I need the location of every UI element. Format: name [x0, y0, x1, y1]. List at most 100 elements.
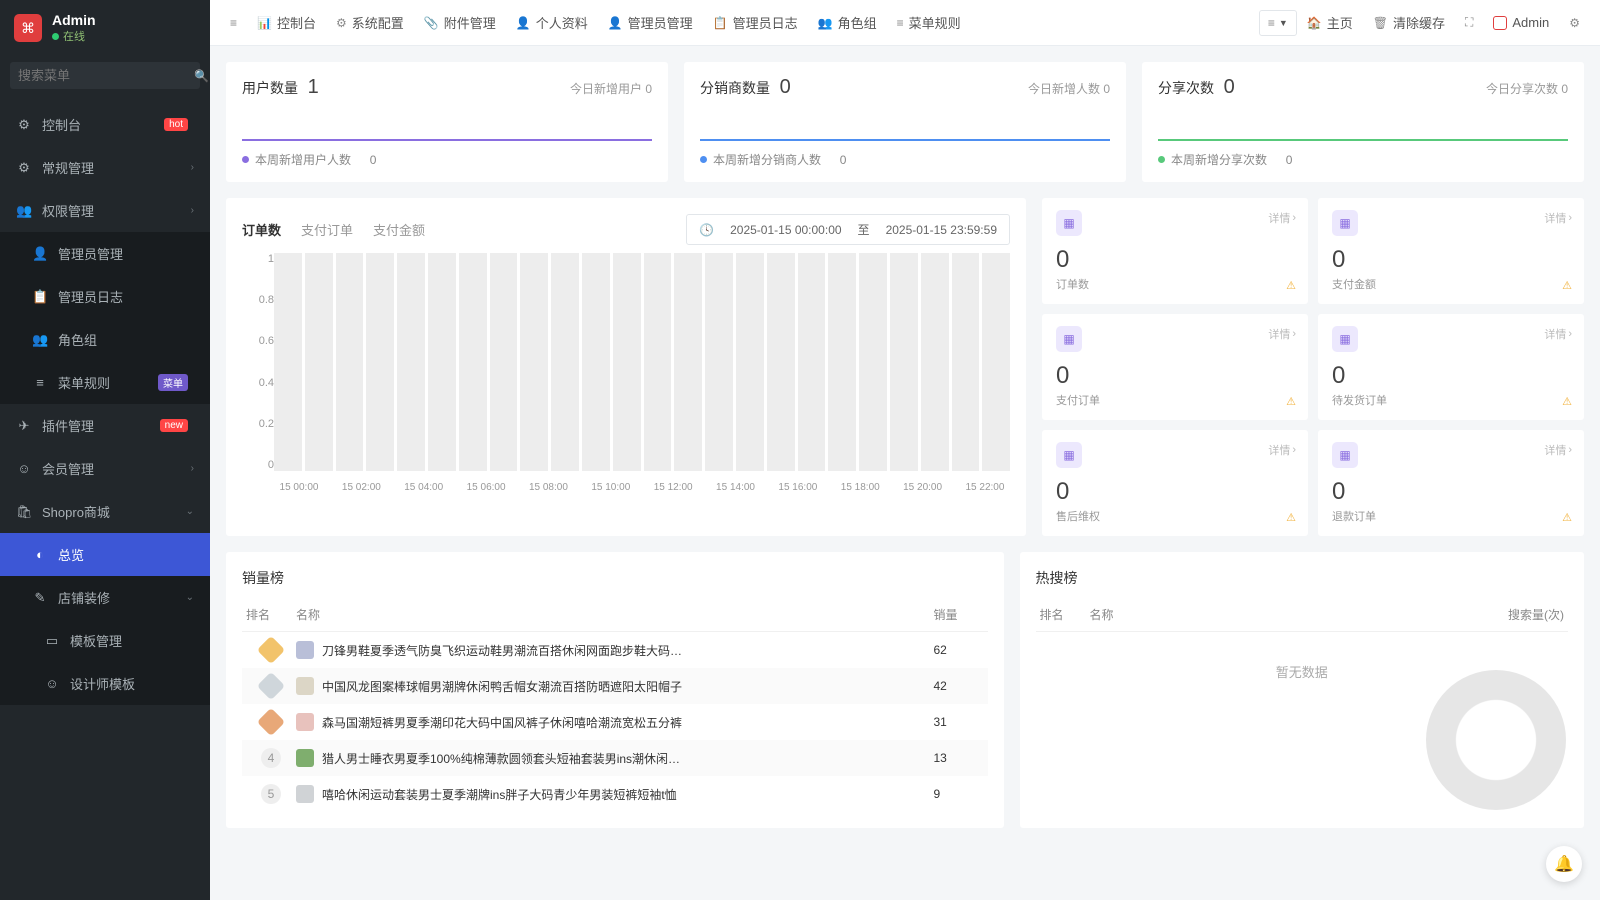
sidebar-item[interactable]: ✈ 插件管理 new [0, 404, 210, 447]
search-icon: 🔍 [194, 69, 209, 83]
content: 用户数量 1 今日新增用户 0 本周新增用户人数 0 分销商数量 0 今日新增人… [210, 46, 1600, 900]
menu-icon: ✎ [32, 590, 48, 606]
topbar-icon: ≡ [230, 16, 237, 30]
topbar-item[interactable]: 📋管理员日志 [703, 13, 808, 32]
rank-medal [257, 672, 285, 700]
stat-icon: ▦ [1056, 326, 1082, 352]
chart-tab[interactable]: 订单数 [242, 220, 281, 239]
topbar-item[interactable]: ≡ [220, 13, 247, 32]
sidebar-item[interactable]: ◐ 总览 [0, 533, 210, 576]
sidebar-item[interactable]: ⚙ 控制台 hot [0, 103, 210, 146]
menu-label: 总览 [58, 545, 194, 564]
notification-bell[interactable]: 🔔 [1546, 846, 1582, 882]
user-status: 在线 [52, 28, 96, 44]
summary-card: 分销商数量 0 今日新增人数 0 本周新增分销商人数 0 [684, 62, 1126, 182]
product-thumb [296, 713, 314, 731]
chart-bar [736, 253, 764, 471]
brand-icon [1493, 16, 1507, 30]
chart-bar [705, 253, 733, 471]
menu-label: 菜单规则 [58, 373, 158, 392]
topbar-item[interactable]: 👤个人资料 [506, 13, 598, 32]
sales-count: 9 [934, 787, 984, 801]
menu-label: 常规管理 [42, 158, 191, 177]
menu-label: 权限管理 [42, 201, 191, 220]
menu-label: 设计师模板 [70, 674, 194, 693]
menu-icon: 🛍 [16, 504, 32, 520]
hot-rank-title: 热搜榜 [1036, 568, 1569, 588]
sidebar-item[interactable]: 📋 管理员日志 [0, 275, 210, 318]
sidebar-item[interactable]: ✎ 店铺装修 ⌄ [0, 576, 210, 619]
stat-card: ▦ 详情 › 0 售后维权 ⚠ [1042, 430, 1308, 536]
warning-icon: ⚠ [1562, 279, 1572, 292]
sidebar-item[interactable]: ≡ 菜单规则 菜单 [0, 361, 210, 404]
product-thumb [296, 641, 314, 659]
chart-bar [305, 253, 333, 471]
stat-icon: ▦ [1056, 442, 1082, 468]
sales-rank-title: 销量榜 [242, 568, 988, 588]
chart-tab[interactable]: 支付金额 [373, 220, 425, 239]
stat-card: ▦ 详情 › 0 订单数 ⚠ [1042, 198, 1308, 304]
sidebar-item[interactable]: ☺ 设计师模板 [0, 662, 210, 705]
topbar-item[interactable]: 📊控制台 [247, 13, 326, 32]
sidebar-item[interactable]: 👤 管理员管理 [0, 232, 210, 275]
rank-row: 5 嘻哈休闲运动套装男士夏季潮牌ins胖子大码青少年男装短裤短袖t恤 9 [242, 776, 988, 812]
sidebar-item[interactable]: 👥 权限管理 › [0, 189, 210, 232]
sidebar-item[interactable]: 🛍 Shopro商城 ⌄ [0, 490, 210, 533]
topbar-item[interactable]: Admin [1483, 13, 1559, 32]
rank-row: 4 猎人男士睡衣男夏季100%纯棉薄款圆领套头短袖套装男ins潮休闲… 13 [242, 740, 988, 776]
chevron-icon: › [191, 205, 194, 216]
sidebar-item[interactable]: ⚙ 常规管理 › [0, 146, 210, 189]
stat-card: ▦ 详情 › 0 退款订单 ⚠ [1318, 430, 1584, 536]
product-thumb [296, 785, 314, 803]
menu-badge: 菜单 [158, 374, 188, 391]
search-box[interactable]: 🔍 [10, 62, 200, 89]
chart-bar [644, 253, 672, 471]
sidebar: ⌘ Admin 在线 🔍 ⚙ 控制台 hot ⚙ 常规管理 ›👥 权限管理 ›👤… [0, 0, 210, 900]
search-input[interactable] [18, 68, 194, 83]
topbar-item[interactable]: ⚙系统配置 [326, 13, 414, 32]
topbar-dropdown[interactable]: ≡▼ [1259, 10, 1297, 36]
stat-card: ▦ 详情 › 0 待发货订单 ⚠ [1318, 314, 1584, 420]
chevron-icon: ⌄ [186, 592, 194, 603]
detail-link[interactable]: 详情 › [1544, 442, 1572, 458]
sidebar-item[interactable]: ☺ 会员管理 › [0, 447, 210, 490]
sales-count: 62 [934, 643, 984, 657]
topbar-item[interactable]: 🗑清除缓存 [1363, 13, 1455, 32]
menu-label: 店铺装修 [58, 588, 186, 607]
sidebar-item[interactable]: 👥 角色组 [0, 318, 210, 361]
sales-count: 31 [934, 715, 984, 729]
detail-link[interactable]: 详情 › [1268, 442, 1296, 458]
detail-link[interactable]: 详情 › [1268, 210, 1296, 226]
topbar-item[interactable]: 👤管理员管理 [598, 13, 703, 32]
detail-link[interactable]: 详情 › [1544, 210, 1572, 226]
hot-rank-card: 热搜榜 排名 名称 搜索量(次) 暂无数据 [1020, 552, 1585, 828]
topbar-item[interactable]: ≡菜单规则 [887, 13, 971, 32]
product-thumb [296, 749, 314, 767]
sidebar-item[interactable]: ▭ 模板管理 [0, 619, 210, 662]
topbar-item[interactable]: ⚙ [1559, 13, 1590, 32]
chart-bar [459, 253, 487, 471]
detail-link[interactable]: 详情 › [1268, 326, 1296, 342]
rank-number: 5 [261, 784, 281, 804]
sidebar-header: ⌘ Admin 在线 [0, 0, 210, 56]
topbar-item[interactable]: 📎附件管理 [414, 13, 506, 32]
chevron-right-icon: › [1292, 212, 1296, 224]
menu-label: 管理员管理 [58, 244, 194, 263]
chart-bar [767, 253, 795, 471]
chart-tab[interactable]: 支付订单 [301, 220, 353, 239]
chart-bar [952, 253, 980, 471]
stat-card: ▦ 详情 › 0 支付订单 ⚠ [1042, 314, 1308, 420]
topbar-item[interactable]: 🏠主页 [1297, 13, 1363, 32]
date-range[interactable]: 🕓 2025-01-15 00:00:00 至 2025-01-15 23:59… [686, 214, 1010, 245]
topbar-item[interactable]: ⛶ [1455, 13, 1483, 32]
topbar: ≡ 📊控制台⚙系统配置📎附件管理👤个人资料👤管理员管理📋管理员日志👥角色组≡菜单规… [210, 0, 1600, 46]
chevron-down-icon: ▼ [1279, 18, 1288, 28]
topbar-item[interactable]: 👥角色组 [808, 13, 887, 32]
product-name: 刀锋男鞋夏季透气防臭飞织运动鞋男潮流百搭休闲网面跑步鞋大码… [322, 642, 682, 659]
stat-icon: ▦ [1056, 210, 1082, 236]
topbar-icon: 🏠 [1307, 16, 1322, 30]
menu-icon: ☺ [16, 461, 32, 476]
product-name: 森马国潮短裤男夏季潮印花大码中国风裤子休闲嘻哈潮流宽松五分裤 [322, 714, 682, 731]
detail-link[interactable]: 详情 › [1544, 326, 1572, 342]
chart-bar [520, 253, 548, 471]
